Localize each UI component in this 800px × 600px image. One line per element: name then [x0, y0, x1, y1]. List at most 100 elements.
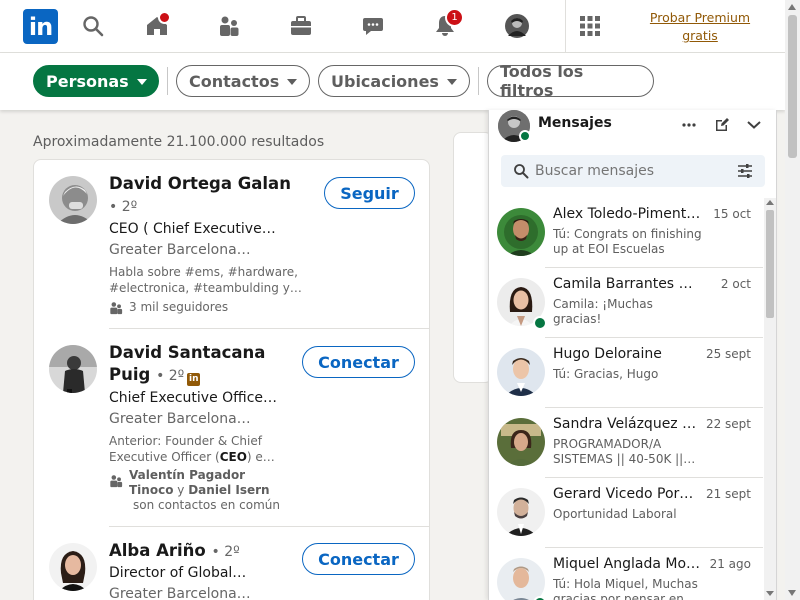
chevron-down-icon[interactable]	[743, 114, 765, 136]
result-item[interactable]: Alba Ariño • 2º Director of Global… Grea…	[34, 527, 429, 600]
connection-degree: • 2º	[109, 199, 138, 215]
my-network-icon[interactable]	[214, 12, 244, 40]
messaging-scroll-thumb[interactable]	[766, 210, 774, 318]
search-icon	[514, 164, 529, 179]
follow-button[interactable]: Seguir	[324, 177, 415, 209]
mutual-line-1: Valentín Pagador	[129, 468, 280, 483]
mutual-name-2: Daniel Isern	[188, 483, 270, 497]
apps-grid-icon[interactable]	[575, 12, 605, 40]
results-list: David Ortega Galan • 2º CEO ( Chief Exec…	[33, 159, 430, 600]
conversation-item[interactable]: Alex Toledo-Piment… 15 oct Tú: Congrats …	[489, 198, 763, 268]
conversation-item[interactable]: Sandra Velázquez … 22 sept PROGRAMADOR/A…	[489, 408, 763, 478]
result-snippet: Habla sobre #ems, #hardware, #electronic…	[109, 265, 302, 295]
conversation-date: 2 oct	[720, 277, 751, 291]
scroll-down-arrow-icon[interactable]	[766, 591, 774, 596]
filter-separator	[167, 67, 168, 95]
filter-ubicaciones-label: Ubicaciones	[331, 71, 439, 91]
top-nav: in 1 Probar Premium gratis	[0, 0, 785, 53]
result-name-text: David Ortega Galan	[109, 174, 291, 193]
conversation-item[interactable]: Gerard Vicedo Por… 21 sept Oportunidad L…	[489, 478, 763, 548]
profile-avatar[interactable]	[502, 12, 532, 40]
chevron-down-icon	[446, 79, 457, 85]
filter-todos-los-filtros[interactable]: Todos los filtros	[487, 62, 654, 100]
message-search-input[interactable]	[535, 163, 725, 179]
conversation-avatar	[497, 488, 545, 536]
premium-line-1: Probar Premium	[649, 10, 751, 25]
result-name-line-2: Puig	[109, 365, 151, 384]
try-premium-link[interactable]: Probar Premium gratis	[640, 9, 760, 45]
filter-contactos-label: Contactos	[189, 71, 280, 91]
messaging-icon[interactable]	[358, 12, 388, 40]
chevron-down-icon	[136, 79, 147, 85]
result-name[interactable]: David Ortega Galan	[109, 173, 291, 195]
result-name[interactable]: Alba Ariño • 2º	[109, 540, 240, 563]
home-notification-dot	[158, 11, 171, 24]
filter-personas-label: Personas	[46, 71, 129, 91]
conversation-avatar	[497, 558, 545, 600]
scroll-down-arrow-icon[interactable]	[788, 590, 796, 596]
mutual-name-1b: Tinoco	[129, 483, 174, 497]
side-card	[453, 132, 493, 383]
result-name[interactable]: David Santacana Puig • 2º in	[109, 342, 265, 387]
conversation-avatar	[497, 418, 545, 466]
result-avatar[interactable]	[49, 543, 97, 591]
result-avatar[interactable]	[49, 176, 97, 224]
jobs-icon[interactable]	[286, 12, 316, 40]
conversation-preview: Camila: ¡Muchas gracias!	[553, 297, 653, 326]
page-scroll-thumb[interactable]	[788, 15, 797, 158]
conversation-avatar	[497, 208, 545, 256]
conversation-date: 21 sept	[705, 487, 751, 501]
result-location: Greater Barcelona…	[109, 242, 251, 258]
snippet-bold: CEO	[219, 450, 247, 464]
messaging-header[interactable]: Mensajes	[489, 110, 776, 148]
filter-personas[interactable]: Personas	[33, 65, 159, 97]
result-name-line-2-wrap: Puig • 2º in	[109, 364, 265, 387]
nav-divider	[565, 0, 566, 53]
conversation-avatar	[497, 348, 545, 396]
conversation-item[interactable]: Miquel Anglada Mo… 21 ago Tú: Hola Mique…	[489, 548, 763, 600]
messaging-panel: Mensajes Alex Toledo-Piment… 15 oct Tú: …	[488, 110, 777, 600]
snippet-after: ) e…	[246, 450, 275, 464]
conversation-date: 25 sept	[705, 347, 751, 361]
result-location: Greater Barcelona…	[109, 586, 251, 600]
result-avatar[interactable]	[49, 345, 97, 393]
online-status-dot	[533, 316, 547, 330]
connection-degree: • 2º	[211, 544, 240, 560]
scroll-up-arrow-icon[interactable]	[788, 4, 796, 10]
connect-button[interactable]: Conectar	[302, 543, 415, 575]
filter-contactos[interactable]: Contactos	[176, 65, 310, 97]
result-item[interactable]: David Santacana Puig • 2º in Chief Execut…	[34, 329, 429, 527]
people-icon	[110, 475, 123, 488]
conversation-item[interactable]: Camila Barrantes He… 2 oct Camila: ¡Much…	[489, 268, 763, 338]
page-scrollbar[interactable]	[785, 0, 800, 600]
result-location: Greater Barcelona…	[109, 411, 251, 427]
filter-ubicaciones[interactable]: Ubicaciones	[318, 65, 470, 97]
linkedin-logo[interactable]: in	[23, 9, 58, 44]
conversation-date: 22 sept	[705, 417, 751, 431]
conversation-preview: Tú: Hola Miquel, Muchas gracias por pens…	[553, 577, 698, 600]
conversation-preview: Oportunidad Laboral	[553, 507, 677, 521]
home-icon[interactable]	[142, 11, 172, 40]
more-options-icon[interactable]	[678, 114, 700, 136]
conversation-name: Miquel Anglada Mo…	[553, 556, 701, 572]
compose-icon[interactable]	[711, 114, 733, 136]
filter-icon[interactable]	[737, 163, 753, 179]
connect-button[interactable]: Conectar	[302, 346, 415, 378]
conversation-item[interactable]: Hugo Deloraine 25 sept Tú: Gracias, Hugo	[489, 338, 763, 408]
conversation-name: Alex Toledo-Piment…	[553, 206, 701, 222]
conversation-preview: PROGRAMADOR/A SISTEMAS || 40-50K ||…	[553, 437, 696, 466]
mutual-suffix: son contactos en común	[133, 498, 280, 512]
result-item[interactable]: David Ortega Galan • 2º CEO ( Chief Exec…	[34, 160, 429, 330]
scroll-up-arrow-icon[interactable]	[766, 200, 774, 205]
conversation-date: 21 ago	[709, 557, 751, 571]
notifications-icon[interactable]: 1	[430, 8, 464, 40]
message-search[interactable]	[501, 155, 765, 187]
mutual-connections[interactable]: Valentín Pagador Tinoco y Daniel Isern s…	[109, 468, 280, 513]
filter-todos-label: Todos los filtros	[500, 62, 584, 100]
search-icon[interactable]	[78, 12, 108, 40]
conversation-name: Hugo Deloraine	[553, 346, 662, 362]
messaging-title: Mensajes	[538, 115, 612, 131]
result-name-text: Alba Ariño	[109, 541, 206, 560]
conversation-name: Camila Barrantes He…	[553, 276, 703, 292]
messaging-scrollbar[interactable]	[764, 198, 776, 600]
